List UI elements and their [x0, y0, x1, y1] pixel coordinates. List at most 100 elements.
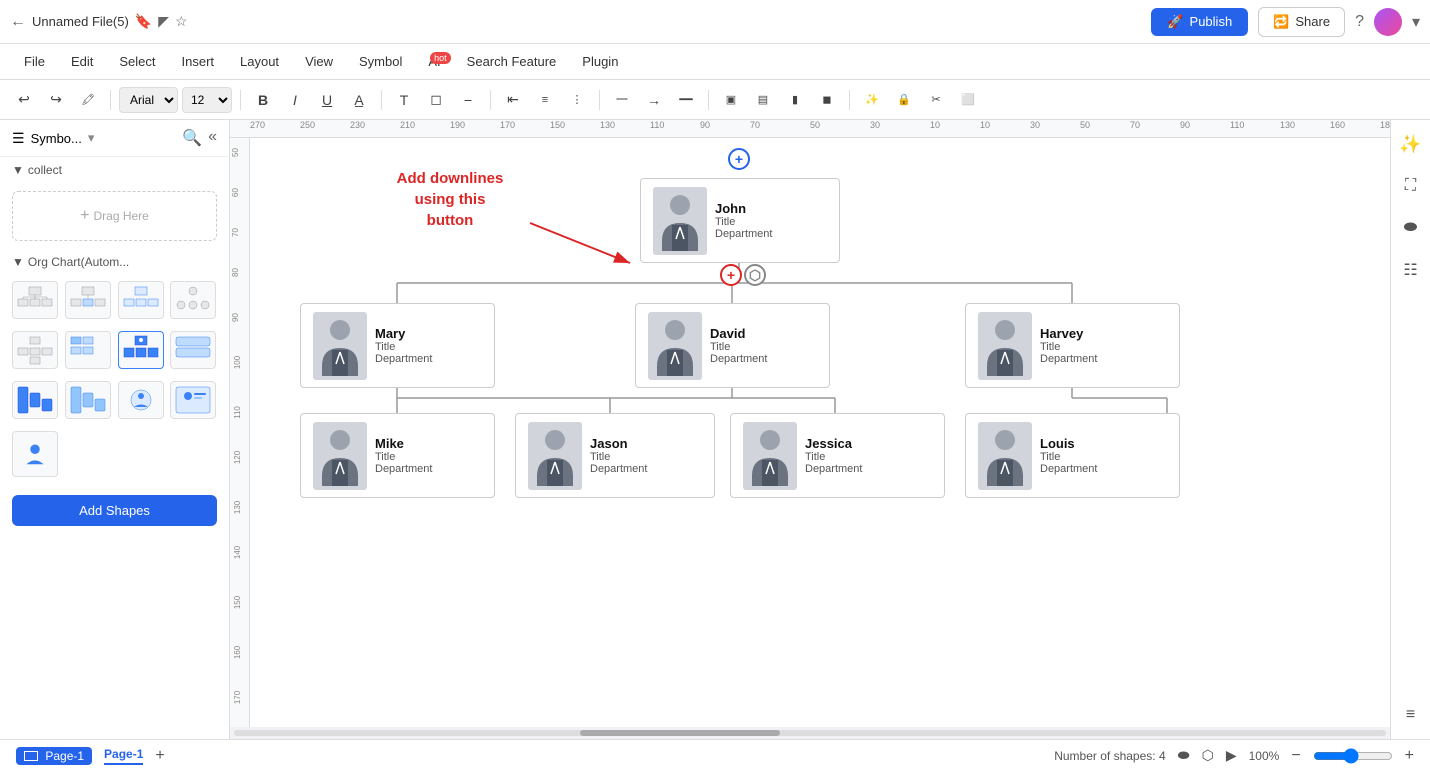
node-david-name: David — [710, 326, 767, 341]
star-icon[interactable]: ☆ — [175, 13, 188, 30]
template-5[interactable] — [12, 331, 58, 369]
menu-search-feature[interactable]: Search Feature — [455, 50, 569, 73]
right-panel-magic-icon[interactable]: ✨ — [1395, 128, 1427, 160]
template-1[interactable] — [12, 281, 58, 319]
magic-button[interactable]: ✨ — [858, 86, 886, 114]
extra-1[interactable]: ▣ — [717, 86, 745, 114]
menu-select[interactable]: Select — [107, 50, 167, 73]
scroll-thumb[interactable] — [580, 730, 780, 736]
fullscreen-button[interactable]: ⬜ — [954, 86, 982, 114]
eraser-button[interactable]: ◻ — [422, 86, 450, 114]
template-2[interactable] — [65, 281, 111, 319]
node-jason[interactable]: Jason Title Department — [515, 413, 715, 498]
add-page-button[interactable]: + — [155, 747, 164, 765]
right-panel-layers-icon[interactable]: ⬬ — [1395, 212, 1427, 244]
node-harvey[interactable]: Harvey Title Department — [965, 303, 1180, 388]
menu-symbol[interactable]: Symbol — [347, 50, 414, 73]
scissors-button[interactable]: ✂ — [922, 86, 950, 114]
bookmark-icon[interactable]: 🔖 — [135, 13, 152, 30]
right-panel-format-icon[interactable]: ⛶ — [1395, 170, 1427, 202]
canvas[interactable]: Add downlinesusing thisbutton + — [250, 138, 1390, 727]
add-button-john[interactable]: + — [720, 264, 742, 286]
page-tab-active[interactable]: Page-1 — [104, 747, 143, 765]
node-mary[interactable]: Mary Title Department — [300, 303, 495, 388]
redo-button[interactable]: ↪ — [42, 86, 70, 114]
italic-button[interactable]: I — [281, 86, 309, 114]
collapse-icon[interactable]: « — [208, 128, 217, 148]
node-louis[interactable]: Louis Title Department — [965, 413, 1180, 498]
right-panel-grid-icon[interactable]: ☷ — [1395, 254, 1427, 286]
account-chevron-icon[interactable]: ▾ — [1412, 12, 1420, 32]
publish-button[interactable]: 🚀 Publish — [1151, 8, 1248, 36]
add-shapes-button[interactable]: Add Shapes — [12, 495, 217, 526]
section-orgchart[interactable]: ▼ Org Chart(Autom... — [0, 249, 229, 275]
right-panel-settings-icon[interactable]: ≡ — [1395, 699, 1427, 731]
back-icon[interactable]: ← — [10, 13, 26, 31]
format-copy-button[interactable]: 🖍 — [74, 86, 102, 114]
template-4[interactable] — [170, 281, 216, 319]
line-style-button[interactable]: ━━ — [672, 86, 700, 114]
menu-insert[interactable]: Insert — [170, 50, 227, 73]
align-center-button[interactable]: ≡ — [531, 86, 559, 114]
template-12[interactable] — [170, 381, 216, 419]
extra-4[interactable]: ◼ — [813, 86, 841, 114]
zoom-in-icon[interactable]: + — [1405, 747, 1414, 765]
share-button[interactable]: 🔁 Share — [1258, 7, 1345, 37]
template-13[interactable] — [12, 431, 58, 477]
toolbar-sep-5 — [599, 90, 600, 110]
template-11[interactable] — [118, 381, 164, 419]
connection-button[interactable]: ⎯⎯ — [608, 86, 636, 114]
lock-button[interactable]: 🔒 — [890, 86, 918, 114]
font-select[interactable]: Arial — [119, 87, 178, 113]
node-mike[interactable]: Mike Title Department — [300, 413, 495, 498]
zoom-out-icon[interactable]: − — [1291, 747, 1300, 765]
menu-plugin[interactable]: Plugin — [570, 50, 630, 73]
layers-icon[interactable]: ⬬ — [1178, 747, 1190, 764]
section-collect[interactable]: ▼ collect — [0, 157, 229, 183]
help-icon[interactable]: ? — [1355, 13, 1364, 31]
line-button[interactable]: ⎯ — [454, 86, 482, 114]
undo-button[interactable]: ↩ — [10, 86, 38, 114]
template-7[interactable] — [118, 331, 164, 369]
arrow-button[interactable]: → — [640, 86, 668, 114]
drag-here-area[interactable]: + Drag Here — [12, 191, 217, 241]
play-icon[interactable]: ▶ — [1226, 747, 1237, 764]
file-name: Unnamed File(5) — [32, 14, 129, 29]
rv-70: 70 — [231, 228, 240, 237]
extra-2[interactable]: ▤ — [749, 86, 777, 114]
fit-icon[interactable]: ⬡ — [1202, 747, 1214, 764]
add-button-john-2[interactable]: ⬡ — [744, 264, 766, 286]
template-8[interactable] — [170, 331, 216, 369]
template-9[interactable] — [12, 381, 58, 419]
menu-ai[interactable]: AI hot — [416, 50, 452, 73]
add-button-top[interactable]: + — [728, 148, 750, 170]
node-john[interactable]: John Title Department — [640, 178, 840, 263]
ruler-label-19: 110 — [1230, 120, 1244, 130]
canvas-scrollbar[interactable] — [230, 727, 1390, 739]
menu-edit[interactable]: Edit — [59, 50, 105, 73]
export-icon[interactable]: ◤ — [158, 13, 169, 30]
text-button[interactable]: T — [390, 86, 418, 114]
underline-button[interactable]: U — [313, 86, 341, 114]
menu-file[interactable]: File — [12, 50, 57, 73]
extra-3[interactable]: ▮ — [781, 86, 809, 114]
align-left-button[interactable]: ⇤ — [499, 86, 527, 114]
menu-view[interactable]: View — [293, 50, 345, 73]
font-color-button[interactable]: A̲ — [345, 86, 373, 114]
page-indicator[interactable]: Page-1 — [16, 747, 92, 765]
menu-layout[interactable]: Layout — [228, 50, 291, 73]
avatar[interactable] — [1374, 8, 1402, 36]
template-10[interactable] — [65, 381, 111, 419]
node-jessica[interactable]: Jessica Title Department — [730, 413, 945, 498]
font-size-select[interactable]: 12 — [182, 87, 232, 113]
template-3[interactable] — [118, 281, 164, 319]
node-mary-dept: Department — [375, 353, 432, 365]
zoom-slider[interactable] — [1313, 748, 1393, 764]
drag-here-label: Drag Here — [93, 209, 148, 223]
search-icon[interactable]: 🔍 — [182, 128, 202, 148]
template-6[interactable] — [65, 331, 111, 369]
align-vert-button[interactable]: ⋮ — [563, 86, 591, 114]
node-david[interactable]: David Title Department — [635, 303, 830, 388]
sidebar-chevron-icon[interactable]: ▾ — [88, 130, 95, 146]
bold-button[interactable]: B — [249, 86, 277, 114]
